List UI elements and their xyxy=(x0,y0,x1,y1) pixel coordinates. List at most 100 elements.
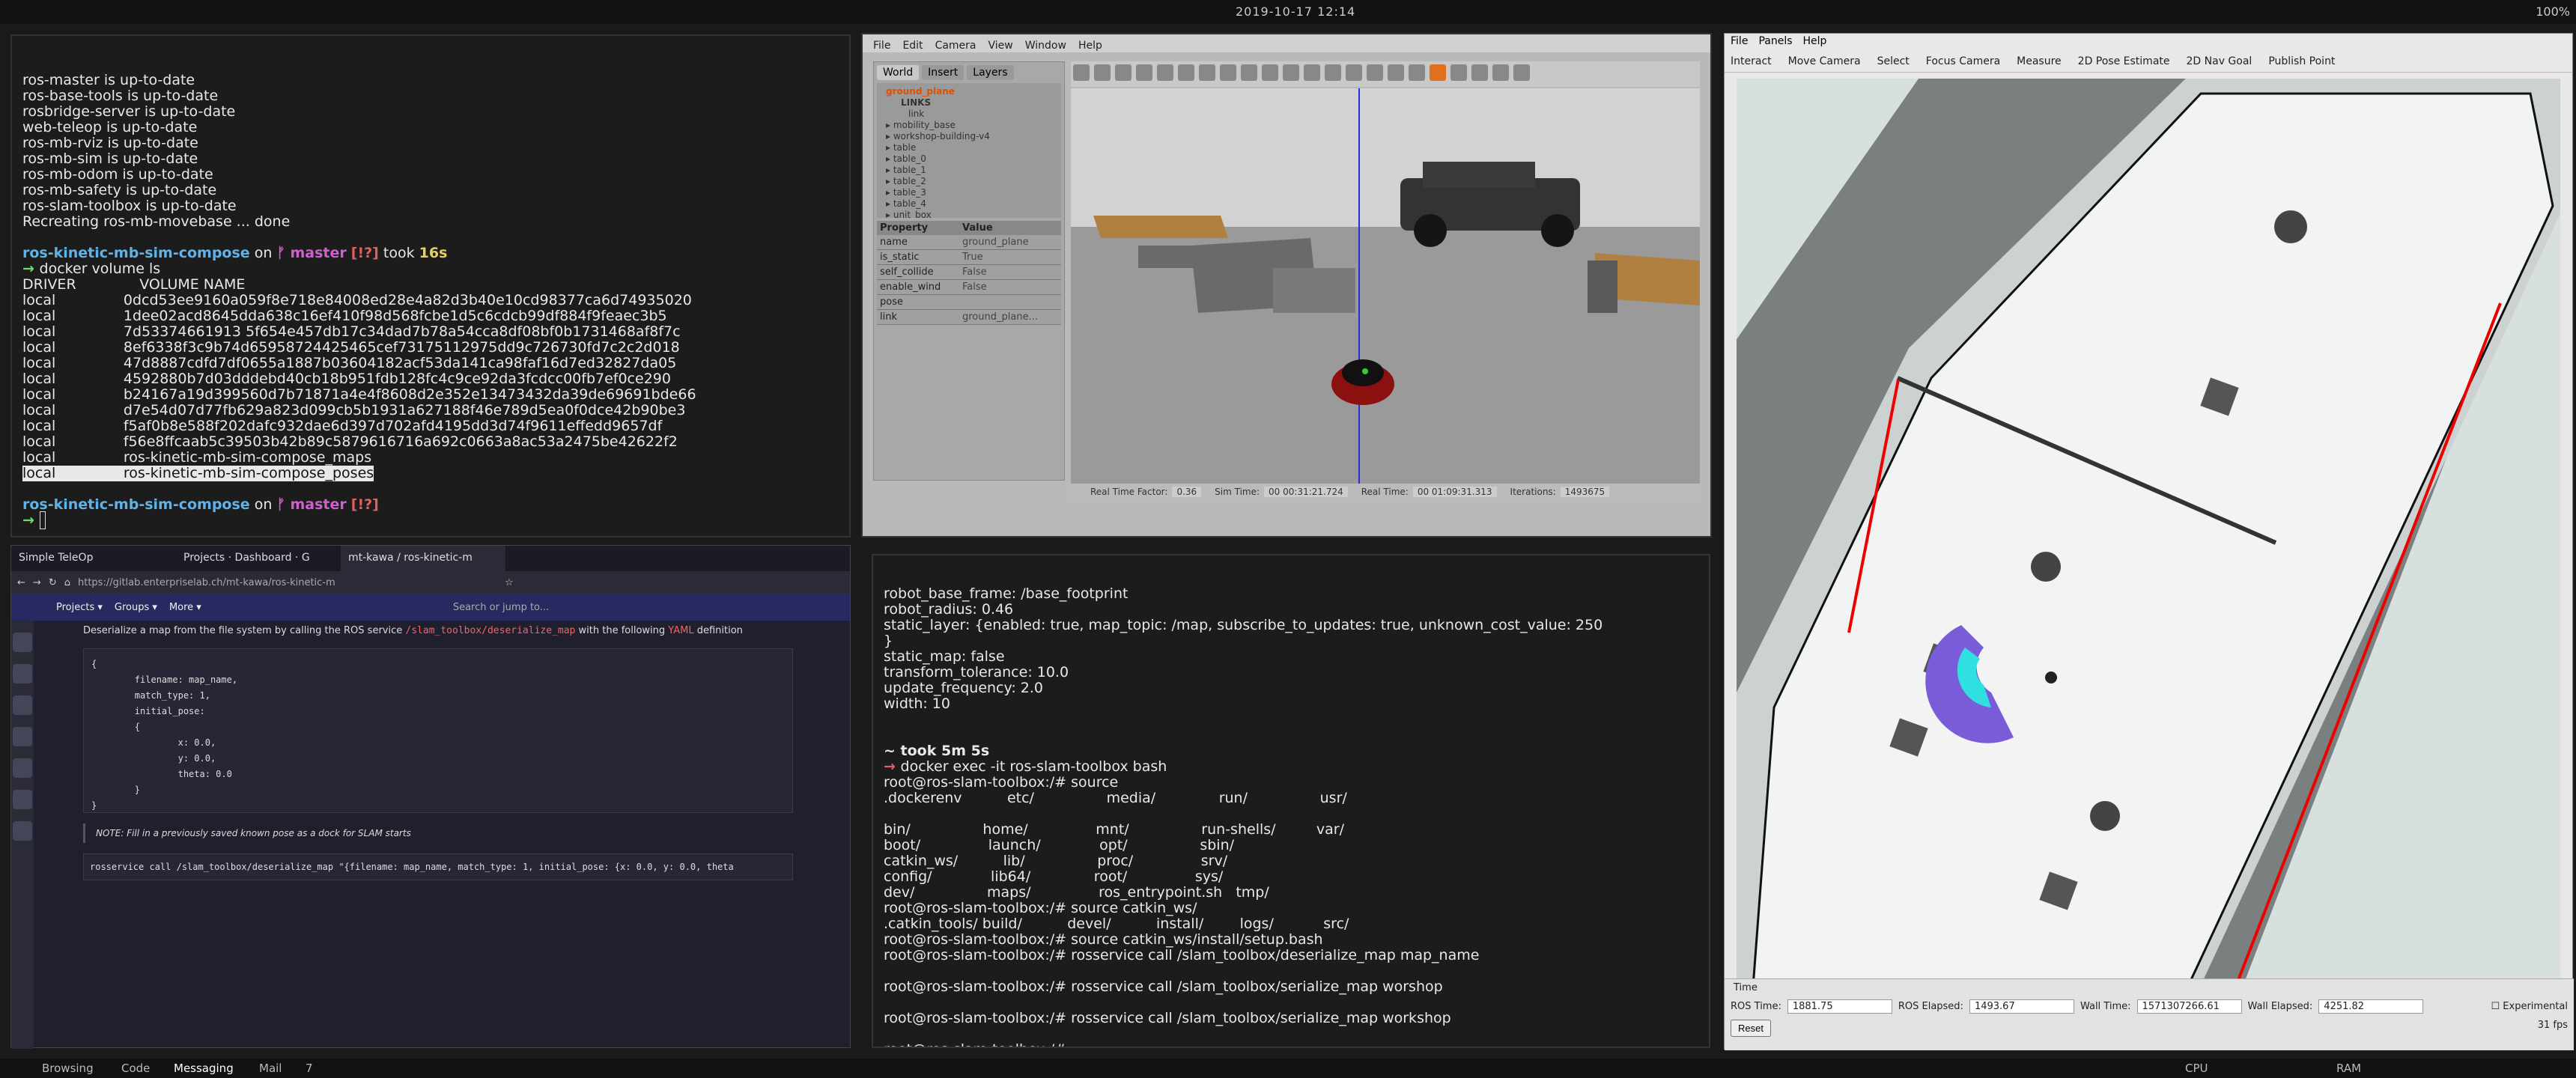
merge-requests-icon[interactable] xyxy=(13,727,32,746)
tree-model-unit-box[interactable]: ▸ unit_box xyxy=(886,210,1052,218)
plot-icon[interactable] xyxy=(1492,64,1509,81)
workspace-mail[interactable]: Mail xyxy=(259,1062,282,1075)
gazebo-menu-window[interactable]: Window xyxy=(1025,40,1066,52)
workspace-browsing[interactable]: Browsing xyxy=(42,1062,94,1075)
select-mode-icon[interactable] xyxy=(1073,64,1090,81)
paste-icon[interactable] xyxy=(1346,64,1362,81)
tree-model-table-1[interactable]: ▸ table_1 xyxy=(886,165,1052,176)
browser-tab-2[interactable]: mt-kawa / ros-kinetic-m xyxy=(341,546,505,571)
url-bar[interactable]: https://gitlab.enterpriselab.ch/mt-kawa/… xyxy=(78,577,497,588)
wall-time-field[interactable]: 1571307266.61 xyxy=(2136,999,2242,1014)
reload-icon[interactable]: ↻ xyxy=(49,577,57,588)
rviz-menu-panels[interactable]: Panels xyxy=(1758,35,1792,47)
tree-model-table-3[interactable]: ▸ table_3 xyxy=(886,187,1052,198)
wiki-icon[interactable] xyxy=(13,790,32,809)
ci-icon[interactable] xyxy=(13,758,32,778)
record-icon[interactable] xyxy=(1430,64,1446,81)
rviz-tool-publish-point[interactable]: Publish Point xyxy=(2268,55,2335,67)
rotate-mode-icon[interactable] xyxy=(1115,64,1131,81)
redo-icon[interactable] xyxy=(1178,64,1194,81)
ros-elapsed-field[interactable]: 1493.67 xyxy=(1969,999,2074,1014)
home-icon[interactable]: ⌂ xyxy=(64,577,70,588)
screenshot-icon[interactable] xyxy=(1450,64,1467,81)
gitlab-nav-groups[interactable]: Groups ▾ xyxy=(115,602,157,613)
issues-icon[interactable] xyxy=(13,695,32,715)
tree-model-table-0[interactable]: ▸ table_0 xyxy=(886,153,1052,165)
sphere-shape-icon[interactable] xyxy=(1220,64,1236,81)
gitlab-nav-more[interactable]: More ▾ xyxy=(169,602,201,613)
property-row-self-collide[interactable]: self_collide False xyxy=(877,265,1061,280)
browser-navbar: ← → ↻ ⌂ https://gitlab.enterpriselab.ch/mt-… xyxy=(11,571,850,594)
rviz-tool-move-camera[interactable]: Move Camera xyxy=(1788,55,1861,67)
property-row-enable-wind[interactable]: enable_wind False xyxy=(877,280,1061,295)
translate-mode-icon[interactable] xyxy=(1094,64,1111,81)
tree-model-workshop-building-v4[interactable]: ▸ workshop-building-v4 xyxy=(886,131,1052,142)
repository-icon[interactable] xyxy=(13,664,32,683)
rviz-tool-focus-camera[interactable]: Focus Camera xyxy=(1926,55,2000,67)
rviz-tool-select[interactable]: Select xyxy=(1877,55,1910,67)
browser-tab-0[interactable]: Simple TeleOp xyxy=(11,546,176,571)
log-icon[interactable] xyxy=(1471,64,1488,81)
cylinder-shape-icon[interactable] xyxy=(1241,64,1257,81)
tree-links[interactable]: LINKS xyxy=(886,97,1052,109)
tree-model-table-2[interactable]: ▸ table_2 xyxy=(886,176,1052,187)
ros-time-field[interactable]: 1881.75 xyxy=(1787,999,1892,1014)
workspace-7[interactable]: 7 xyxy=(306,1062,313,1075)
property-row-name[interactable]: name ground_plane xyxy=(877,235,1061,250)
terminal-slam-toolbox[interactable]: robot_base_frame: /base_footprint robot_r… xyxy=(872,554,1710,1048)
tree-model-table[interactable]: ▸ table xyxy=(886,142,1052,153)
gazebo-tab-world[interactable]: World xyxy=(877,65,920,80)
project-icon[interactable] xyxy=(13,633,32,652)
wall-elapsed-field[interactable]: 4251.82 xyxy=(2318,999,2424,1014)
experimental-checkbox[interactable]: ☐ Experimental xyxy=(2491,1001,2568,1012)
video-icon[interactable] xyxy=(1513,64,1530,81)
workspace-messaging[interactable]: Messaging xyxy=(174,1062,234,1075)
scale-mode-icon[interactable] xyxy=(1136,64,1152,81)
forward-icon[interactable]: → xyxy=(33,577,41,588)
back-icon[interactable]: ← xyxy=(17,577,25,588)
box-shape-icon[interactable] xyxy=(1199,64,1215,81)
gazebo-tab-layers[interactable]: Layers xyxy=(967,65,1014,80)
rviz-tool-interact[interactable]: Interact xyxy=(1731,55,1772,67)
workspace-code[interactable]: Code xyxy=(121,1062,150,1075)
magnet-icon[interactable] xyxy=(1409,64,1425,81)
align-icon[interactable] xyxy=(1367,64,1383,81)
rviz-menu-file[interactable]: File xyxy=(1731,35,1748,47)
tree-model-mobility-base[interactable]: ▸ mobility_base xyxy=(886,120,1052,131)
shell-input-line[interactable]: → xyxy=(22,511,839,529)
bookmark-icon[interactable]: ☆ xyxy=(505,577,514,588)
copy-icon[interactable] xyxy=(1325,64,1341,81)
gazebo-menu-file[interactable]: File xyxy=(873,40,890,52)
property-row-link[interactable]: link ground_plane... xyxy=(877,310,1061,325)
gazebo-tab-insert[interactable]: Insert xyxy=(922,65,965,80)
undo-icon[interactable] xyxy=(1157,64,1173,81)
scene-tree[interactable]: ground_plane LINKS link ▸ mobility_base ▸… xyxy=(877,83,1061,218)
tree-link[interactable]: link xyxy=(886,109,1052,120)
property-table[interactable]: Property Value name ground_plane is_static Tr… xyxy=(877,221,1061,325)
property-row-pose[interactable]: pose xyxy=(877,295,1061,310)
tree-ground-plane[interactable]: ground_plane xyxy=(886,86,1052,97)
spot-light-icon[interactable] xyxy=(1283,64,1299,81)
rviz-tool-measure[interactable]: Measure xyxy=(2017,55,2062,67)
terminal-docker-volumes[interactable]: ros-master is up-to-date ros-base-tools i… xyxy=(10,34,851,538)
rviz-tool-2d-pose-estimate[interactable]: 2D Pose Estimate xyxy=(2078,55,2170,67)
gazebo-menu-help[interactable]: Help xyxy=(1078,40,1102,52)
gitlab-search-input[interactable]: Search or jump to... xyxy=(453,602,549,613)
reset-button[interactable]: Reset xyxy=(1731,1020,1771,1037)
rviz-map-view[interactable] xyxy=(1737,79,2560,1017)
rviz-tool-2d-nav-goal[interactable]: 2D Nav Goal xyxy=(2187,55,2253,67)
rviz-menu-help[interactable]: Help xyxy=(1803,35,1827,47)
directional-light-icon[interactable] xyxy=(1304,64,1320,81)
gitlab-nav-projects[interactable]: Projects ▾ xyxy=(56,602,103,613)
gazebo-menu-edit[interactable]: Edit xyxy=(902,40,923,52)
gazebo-menu-camera[interactable]: Camera xyxy=(935,40,976,52)
snap-icon[interactable] xyxy=(1388,64,1404,81)
gazebo-3d-viewport[interactable] xyxy=(1071,88,1700,497)
settings-icon[interactable] xyxy=(13,821,32,841)
browser-tab-1[interactable]: Projects · Dashboard · G xyxy=(176,546,341,571)
gazebo-menu-view[interactable]: View xyxy=(988,40,1013,52)
point-light-icon[interactable] xyxy=(1262,64,1278,81)
property-row-is-static[interactable]: is_static True xyxy=(877,250,1061,265)
tree-model-table-4[interactable]: ▸ table_4 xyxy=(886,198,1052,210)
